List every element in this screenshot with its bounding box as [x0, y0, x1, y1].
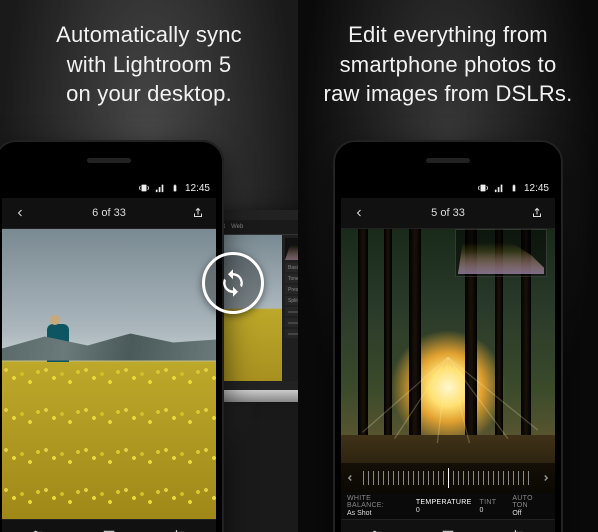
phone-mock-right: 12:45 5 of 33 [333, 140, 563, 532]
histogram-overlay[interactable] [455, 229, 547, 277]
vibrate-icon [139, 183, 149, 193]
status-time: 12:45 [185, 183, 210, 194]
back-button[interactable] [349, 207, 369, 219]
headline-line: Automatically sync [56, 22, 242, 47]
android-status-bar: 12:45 [2, 178, 216, 198]
lr-panel-label: Tone [288, 276, 298, 282]
lr-panel-label: Basic [288, 265, 298, 271]
headline-right: Edit everything from smartphone photos t… [298, 20, 598, 109]
photo-editor[interactable] [341, 229, 555, 493]
share-icon [531, 207, 543, 219]
signal-icon [494, 183, 504, 193]
headline-left: Automatically sync with Lightroom 5 on y… [0, 20, 298, 109]
bottom-toolbar [2, 519, 216, 532]
battery-icon [171, 183, 179, 193]
adjustment-tabs: WHITE BALANCE: As Shot TEMPERATURE 0 TIN… [341, 493, 555, 519]
headline-line: raw images from DSLRs. [324, 81, 573, 106]
photo-counter: 5 of 33 [369, 207, 527, 219]
headline-line: on your desktop. [66, 81, 232, 106]
wb-control[interactable]: WHITE BALANCE: As Shot [347, 495, 408, 517]
headline-line: Edit everything from [348, 22, 548, 47]
android-status-bar: 12:45 [341, 178, 555, 198]
adjustment-slider[interactable] [341, 463, 555, 493]
battery-icon [510, 183, 518, 193]
sync-icon [202, 252, 264, 314]
headline-line: smartphone photos to [340, 52, 557, 77]
tint-control[interactable]: TINT 0 [480, 499, 497, 514]
temperature-control[interactable]: TEMPERATURE 0 [416, 499, 472, 514]
bottom-toolbar [341, 519, 555, 532]
lr-develop-panel: Basic Tone Presence Split Toning [282, 235, 298, 381]
lr-panel-label: Presence [288, 287, 298, 293]
status-time: 12:45 [524, 183, 549, 194]
lr-panel-label: Split Toning [288, 298, 298, 304]
chevron-right-icon[interactable] [541, 471, 551, 485]
back-button[interactable] [10, 207, 30, 219]
share-button[interactable] [188, 207, 208, 219]
photo-viewer[interactable] [2, 229, 216, 519]
signal-icon [155, 183, 165, 193]
share-icon [192, 207, 204, 219]
slider-track[interactable] [363, 471, 533, 485]
histogram [285, 238, 298, 260]
share-button[interactable] [527, 207, 547, 219]
vibrate-icon [478, 183, 488, 193]
photo-counter: 6 of 33 [30, 207, 188, 219]
promo-panel-edit: Edit everything from smartphone photos t… [298, 0, 598, 532]
headline-line: with Lightroom 5 [67, 52, 232, 77]
lr-tab-web: Web [231, 224, 243, 230]
auto-tone-control[interactable]: AUTO TON Off [512, 495, 549, 517]
chevron-left-icon[interactable] [345, 471, 355, 485]
promo-panel-sync: Automatically sync with Lightroom 5 on y… [0, 0, 298, 532]
phone-mock-left: 12:45 6 of 33 [0, 140, 224, 532]
